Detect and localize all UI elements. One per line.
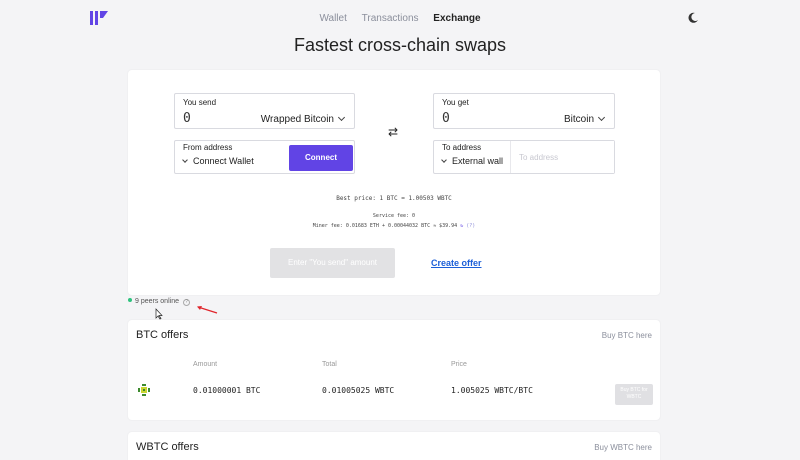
refresh-icon[interactable]: ↻ (460, 223, 463, 229)
to-address-select[interactable]: External wall (441, 156, 504, 166)
submit-swap-button[interactable]: Enter "You send" amount (270, 248, 395, 278)
offer-total: 0.01005025 WBTC (322, 386, 395, 395)
from-address-option: Connect Wallet (193, 156, 254, 166)
chevron-down-icon (337, 113, 346, 122)
service-fee: Service fee: 0 (372, 213, 416, 219)
nav-exchange[interactable]: Exchange (433, 13, 480, 24)
to-address-option: External wall (452, 156, 504, 166)
swap-direction-icon[interactable]: ⇄ (388, 125, 398, 139)
column-header-total: Total (322, 361, 337, 368)
mouse-cursor-icon (155, 308, 163, 320)
get-label: You get (442, 98, 469, 107)
buy-wbtc-link[interactable]: Buy WBTC here (594, 443, 652, 452)
chevron-down-icon (182, 157, 188, 163)
wbtc-offers-title: WBTC offers (136, 441, 199, 453)
main-nav: Wallet Transactions Exchange (0, 13, 800, 24)
connect-button[interactable]: Connect (289, 145, 353, 171)
btc-offers-card: BTC offers Buy BTC here Amount Total Pri… (128, 320, 660, 420)
peers-text: 9 peers online (135, 298, 179, 305)
peers-status: 9 peers online? (128, 298, 190, 306)
miner-fee: Miner fee: 0.01683 ETH + 0.00044032 BTC … (128, 223, 660, 229)
btc-offers-title: BTC offers (136, 329, 189, 341)
buy-offer-button[interactable]: Buy BTC for WBTC (615, 384, 653, 405)
column-header-price: Price (451, 361, 467, 368)
best-price: Best price: 1 BTC = 1.00503 WBTC (336, 195, 452, 202)
send-currency: Wrapped Bitcoin (260, 114, 334, 125)
top-bar: Wallet Transactions Exchange (0, 0, 800, 36)
offer-amount: 0.01000001 BTC (193, 386, 261, 395)
to-address-input[interactable] (510, 141, 614, 173)
offer-price: 1.005025 WBTC/BTC (451, 386, 533, 395)
help-icon[interactable]: ? (182, 299, 190, 306)
miner-fee-text: Miner fee: 0.01683 ETH + 0.00044032 BTC … (312, 223, 458, 229)
from-address-field: From address Connect Wallet Connect (174, 140, 355, 174)
moon-icon[interactable] (687, 12, 699, 24)
from-address-select[interactable]: Connect Wallet (182, 156, 254, 166)
to-address-field: To address External wall (433, 140, 615, 174)
nav-wallet[interactable]: Wallet (319, 13, 346, 24)
page-title: Fastest cross-chain swaps (293, 35, 507, 55)
swap-card: You send 0 Wrapped Bitcoin ⇄ You get 0 B… (128, 70, 660, 295)
get-currency: Bitcoin (563, 114, 594, 125)
from-address-label: From address (183, 143, 233, 152)
column-header-amount: Amount (193, 361, 218, 368)
chevron-down-icon (441, 157, 447, 163)
send-label: You send (183, 98, 217, 107)
send-amount-input[interactable]: 0 (183, 111, 191, 126)
to-address-label: To address (442, 143, 482, 152)
get-amount-input[interactable]: 0 (442, 111, 450, 126)
create-offer-link[interactable]: Create offer (431, 258, 482, 268)
chevron-down-icon (597, 113, 606, 122)
send-currency-select[interactable]: Wrapped Bitcoin (260, 113, 346, 125)
get-currency-select[interactable]: Bitcoin (563, 113, 606, 125)
buy-btc-link[interactable]: Buy BTC here (602, 331, 652, 340)
wbtc-offers-card: WBTC offers Buy WBTC here (128, 432, 660, 460)
nav-transactions[interactable]: Transactions (362, 13, 419, 24)
send-field[interactable]: You send 0 Wrapped Bitcoin (174, 93, 355, 129)
peer-identicon-icon (138, 384, 150, 396)
get-field[interactable]: You get 0 Bitcoin (433, 93, 615, 129)
miner-fee-help[interactable]: (?) (466, 223, 475, 229)
red-arrow-annotation (197, 306, 218, 314)
online-status-icon (128, 298, 132, 302)
